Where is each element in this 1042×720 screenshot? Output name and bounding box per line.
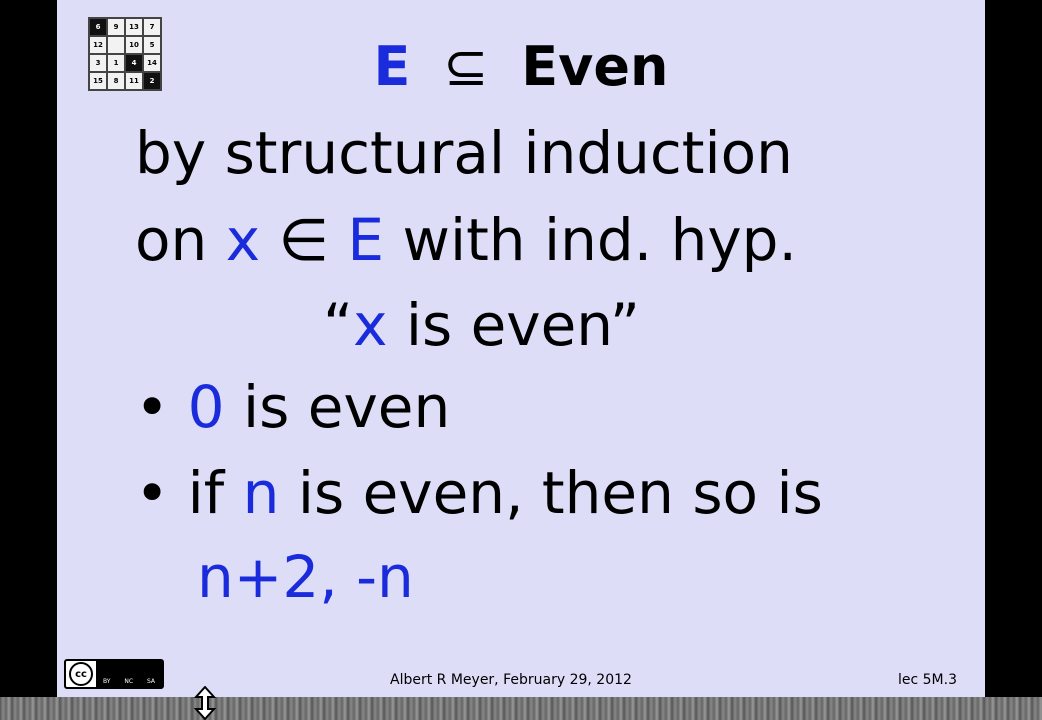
line3-open-quote: “: [323, 291, 354, 359]
cc-terms: BY NC SA: [96, 661, 162, 687]
bullet-item-1: • 0 is even: [135, 372, 450, 442]
title-even: Even: [521, 35, 669, 98]
line3-x: x: [353, 291, 388, 359]
line3-rest: is even”: [387, 291, 640, 359]
cc-icon: cc: [69, 662, 93, 686]
vertical-resize-cursor-icon[interactable]: [190, 686, 220, 720]
creative-commons-badge: cc BY NC SA: [64, 659, 164, 689]
cc-term-nc: NC: [124, 678, 134, 685]
cc-term-by: BY: [102, 678, 111, 685]
footer-lecture-number: lec 5M.3: [898, 672, 957, 688]
line2-x: x: [225, 206, 261, 274]
footer-author-date: Albert R Meyer, February 29, 2012: [390, 672, 632, 688]
title-set-e: E: [373, 35, 411, 98]
bullet1-rest: is even: [224, 373, 451, 441]
text-line-1: by structural induction: [135, 119, 793, 187]
bullet-item-2: • if n is even, then so is: [135, 458, 823, 528]
bullet2-rest: is even, then so is: [279, 459, 823, 527]
bullet-dot: •: [135, 459, 188, 527]
bullet1-zero: 0: [187, 373, 225, 441]
line2-on: on: [135, 206, 226, 274]
line2-element-of: ∈: [260, 206, 348, 274]
video-filmstrip-bar: [0, 697, 1042, 720]
cc-term-sa: SA: [146, 678, 156, 685]
title-subset-symbol: ⊆: [443, 35, 489, 98]
slide: 6 9 13 7 12 10 5 3 1 4 14 15 8 11 2 E ⊆ …: [57, 0, 985, 697]
text-line-3: “x is even”: [323, 290, 640, 360]
text-line-last: n+2, -n: [197, 543, 414, 611]
line2-rest: with ind. hyp.: [384, 206, 797, 274]
bullet2-if: if: [187, 459, 243, 527]
bullet2-n: n: [242, 459, 280, 527]
bullet-dot: •: [135, 373, 188, 441]
text-line-2: on x ∈ E with ind. hyp.: [135, 205, 797, 275]
line2-set-e: E: [347, 206, 385, 274]
slide-title: E ⊆ Even: [57, 32, 985, 102]
